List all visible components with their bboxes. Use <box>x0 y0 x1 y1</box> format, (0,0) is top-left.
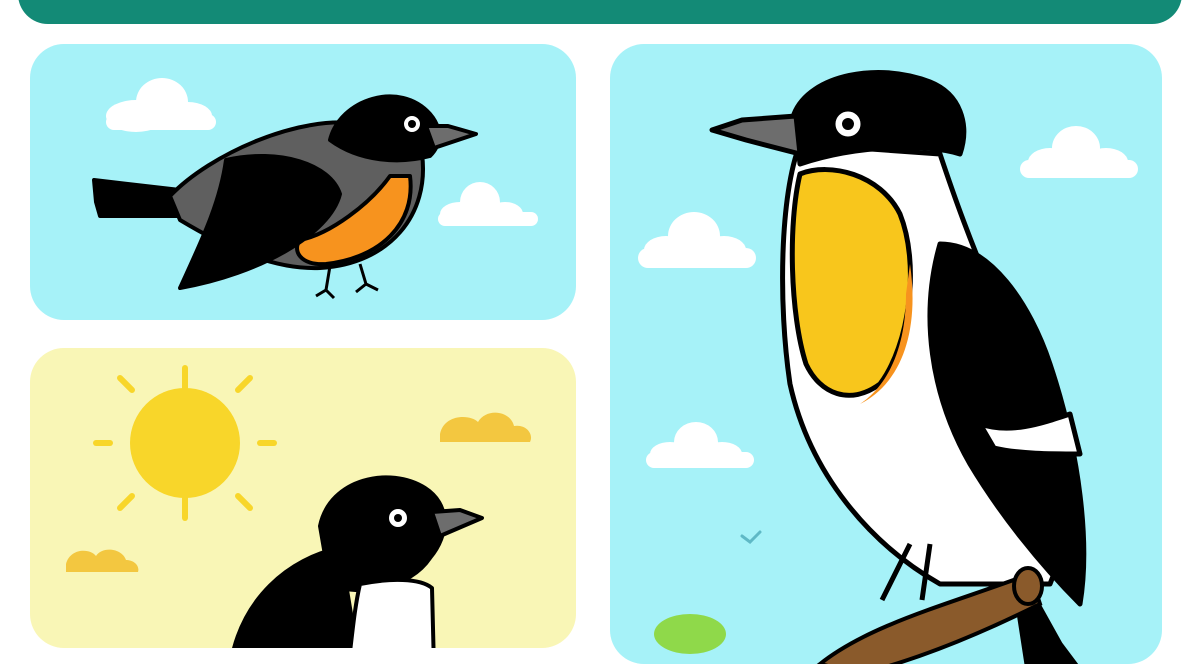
perched-bird-scene <box>638 70 1138 664</box>
sunny-bird-scene <box>66 365 532 648</box>
cloud-icon <box>438 182 538 226</box>
cloud-icon <box>646 422 754 468</box>
panel-flying-bird <box>30 44 576 320</box>
panel-sunny-bird <box>30 348 576 648</box>
sun-icon <box>93 365 277 521</box>
panel-perched-bird <box>610 44 1162 664</box>
flying-bird-scene <box>92 78 538 300</box>
cloud-icon <box>638 212 756 268</box>
cloud-icon <box>1020 126 1138 178</box>
cloud-icon <box>106 78 216 132</box>
sunny-bird-illustration <box>232 475 484 648</box>
distant-bird-icon <box>740 530 762 544</box>
leaf-icon <box>654 614 726 654</box>
branch-icon <box>816 566 1044 664</box>
top-banner <box>18 0 1182 24</box>
